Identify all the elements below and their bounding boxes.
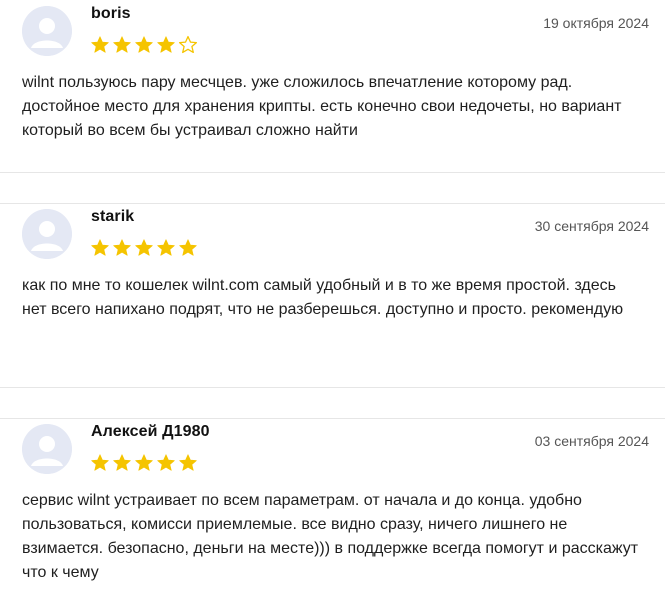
star-filled-icon xyxy=(135,239,153,256)
star-filled-icon xyxy=(157,36,175,53)
avatar xyxy=(22,209,72,259)
star-filled-icon xyxy=(91,239,109,256)
user-placeholder-icon xyxy=(22,6,72,56)
review-text: как по мне то кошелек wilnt.com самый уд… xyxy=(22,277,624,318)
star-filled-icon xyxy=(113,36,131,53)
review-date: 30 сентября 2024 xyxy=(534,218,649,234)
star-filled-icon xyxy=(113,454,131,471)
star-filled-icon xyxy=(157,454,175,471)
review-card: boris 19 октября 2024 wilnt пользуюсь па… xyxy=(0,0,665,172)
review-date: 19 октября 2024 xyxy=(543,15,649,31)
review-card: starik 30 сентября 2024 как по мне то ко… xyxy=(0,203,665,387)
star-filled-icon xyxy=(113,239,131,256)
review-text: wilnt пользуюсь пару месчцев. уже сложил… xyxy=(22,74,622,139)
user-placeholder-icon xyxy=(22,424,72,474)
star-filled-icon xyxy=(157,239,175,256)
divider xyxy=(0,172,665,173)
review-author: starik xyxy=(91,208,135,225)
star-filled-icon xyxy=(135,454,153,471)
review-text: сервис wilnt устраивает по всем параметр… xyxy=(22,492,639,581)
star-filled-icon xyxy=(91,454,109,471)
star-outline-icon xyxy=(178,35,198,54)
star-rating xyxy=(90,238,198,258)
star-filled-icon xyxy=(179,239,197,256)
star-rating xyxy=(90,35,198,55)
user-placeholder-icon xyxy=(22,209,72,259)
review-date: 03 сентября 2024 xyxy=(534,433,649,449)
star-filled-icon xyxy=(91,36,109,53)
star-filled-icon xyxy=(179,454,197,471)
star-filled-icon xyxy=(135,36,153,53)
star-rating xyxy=(90,453,198,473)
divider xyxy=(0,387,665,388)
avatar xyxy=(22,6,72,56)
review-card: Алексей Д1980 03 сентября 2024 сервис wi… xyxy=(0,418,665,612)
review-author: boris xyxy=(91,5,131,22)
avatar xyxy=(22,424,72,474)
review-author: Алексей Д1980 xyxy=(91,423,210,440)
